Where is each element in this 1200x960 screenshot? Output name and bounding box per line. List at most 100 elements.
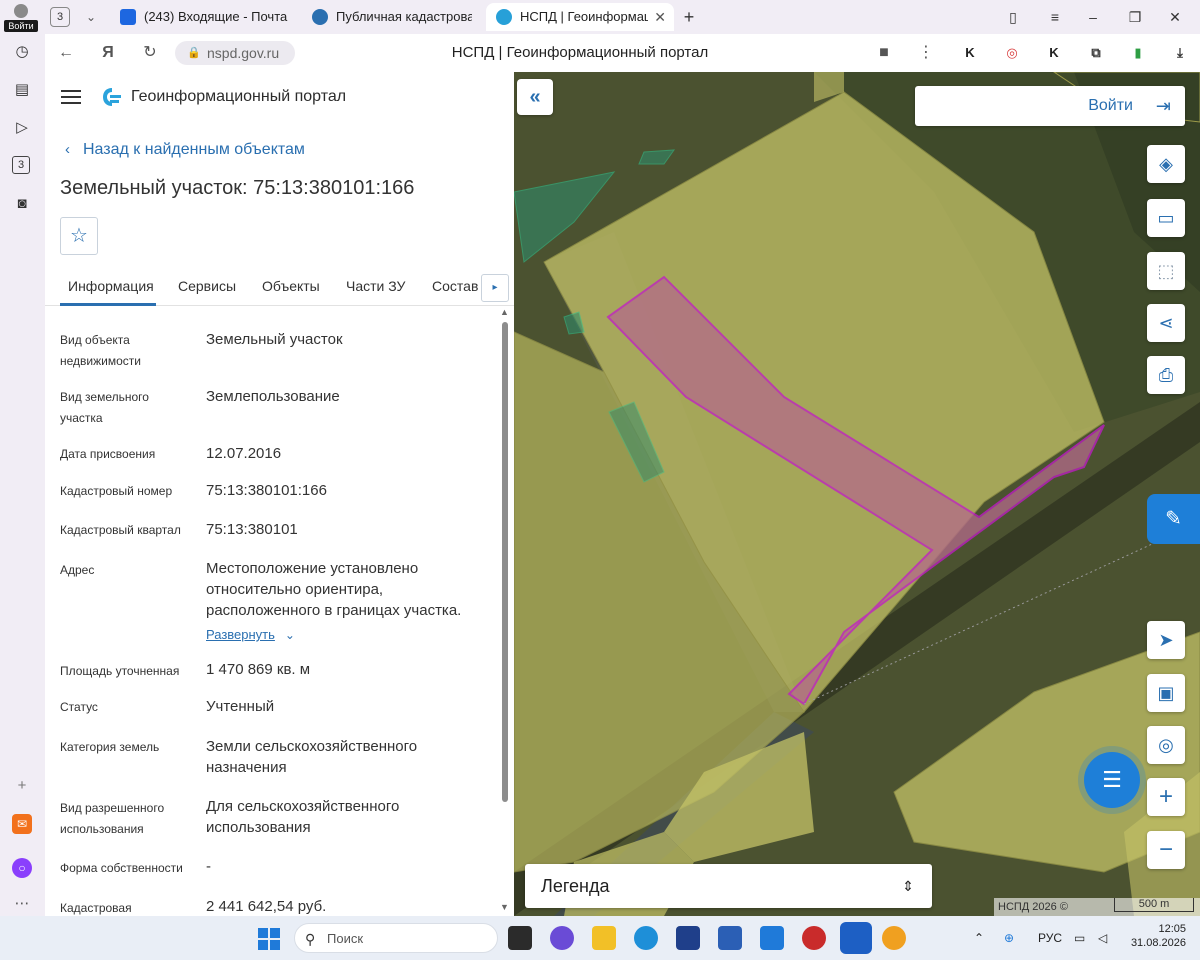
layers-icon: ◈	[1159, 154, 1173, 174]
new-tab-button[interactable]: +	[678, 6, 700, 28]
tab-information[interactable]: Информация	[68, 278, 154, 294]
language-indicator[interactable]: РУС	[1038, 928, 1062, 948]
minimize-icon[interactable]: –	[1082, 6, 1104, 28]
opera-icon[interactable]	[802, 926, 826, 950]
tab-count-button[interactable]: 3	[50, 7, 70, 27]
legend-panel[interactable]: Легенда ⇕	[525, 864, 932, 908]
tabs-scroll-right-button[interactable]: ▸	[481, 274, 509, 302]
back-icon[interactable]: ←	[55, 42, 77, 64]
volume-icon[interactable]: ◁	[1098, 928, 1107, 948]
scale-bar: 500 m	[1114, 898, 1194, 912]
selection-icon: ⬚	[1157, 261, 1175, 281]
extension-puzzle-icon[interactable]: ⧉	[1085, 42, 1107, 64]
tab-parts[interactable]: Части ЗУ	[346, 278, 405, 294]
tabs-dropdown-icon[interactable]: ⌄	[80, 6, 102, 28]
clock-date: 31.08.2026	[1130, 937, 1186, 949]
reload-icon[interactable]: ↻	[139, 42, 161, 64]
nspd-favicon-icon	[496, 9, 512, 25]
profile-button[interactable]: Войти	[4, 2, 38, 32]
print-icon: ⎙	[1158, 365, 1174, 385]
scroll-up-icon[interactable]: ▲	[500, 307, 509, 317]
field-value: 75:13:380101	[206, 521, 298, 538]
menu-icon[interactable]: ≡	[1044, 6, 1066, 28]
clock[interactable]: 12:05 31.08.2026	[1124, 922, 1186, 950]
field-value: Земли сельскохозяйственного назначения	[206, 738, 418, 776]
back-to-results-link[interactable]: ‹ Назад к найденным объектам	[65, 141, 305, 159]
tray-app-icon[interactable]: ⊕	[1004, 928, 1014, 948]
copilot-icon[interactable]	[550, 926, 574, 950]
ruler-button[interactable]: ▭	[1147, 199, 1185, 237]
layers-button[interactable]: ◈	[1147, 145, 1185, 183]
outlook-icon[interactable]	[760, 926, 784, 950]
downloads-icon[interactable]: ⤓	[1169, 42, 1191, 64]
panel-scrollbar[interactable]	[502, 322, 508, 802]
alice-icon[interactable]: ○	[12, 858, 32, 878]
minus-icon: −	[1158, 836, 1173, 863]
yandex-icon[interactable]: Я	[97, 42, 119, 64]
expand-collapse-icon: ⇕	[902, 878, 914, 894]
restore-icon[interactable]: ❐	[1124, 6, 1146, 28]
map-view[interactable]: « Войти ⇥ ◈ ▭ ⬚ ⋖ ⎙ ✎ ➤ ▣ ◎ + − ☰ Легенд…	[514, 72, 1200, 916]
extension-k2-icon[interactable]: K	[1043, 42, 1065, 64]
tab-cadastral-map[interactable]: Публичная кадастровая к	[302, 3, 482, 31]
back-link-label: Назад к найденным объектам	[83, 141, 305, 158]
url-field[interactable]: 🔒 nspd.gov.ru	[175, 41, 295, 65]
chat-button[interactable]: ☰	[1084, 752, 1140, 808]
scroll-down-icon[interactable]: ▼	[500, 902, 509, 912]
minimap-button[interactable]: ▣	[1147, 674, 1185, 712]
tab-nspd[interactable]: НСПД | Геоинформацио ✕	[486, 3, 674, 31]
collapse-panel-button[interactable]: «	[517, 79, 553, 115]
tabs-counter-icon[interactable]: 3	[12, 156, 30, 174]
display-icon[interactable]: ▭	[1074, 928, 1085, 948]
browser-tab-bar: Войти 3 ⌄ (243) Входящие - Почта M Публи…	[0, 0, 1200, 34]
login-button[interactable]: Войти ⇥	[915, 86, 1185, 126]
tray-expand-icon[interactable]: ⌃	[974, 928, 984, 948]
extension-doc-icon[interactable]: ▮	[1127, 42, 1149, 64]
tab-mail[interactable]: (243) Входящие - Почта M	[110, 3, 300, 31]
mail-app-icon[interactable]: ✉	[12, 814, 32, 834]
extension-k-icon[interactable]: K	[959, 42, 981, 64]
zoom-out-button[interactable]: −	[1147, 831, 1185, 869]
more-icon[interactable]: ⋮	[915, 42, 937, 64]
tab-composition[interactable]: Состав	[432, 278, 478, 294]
task-view-icon[interactable]	[508, 926, 532, 950]
print-button[interactable]: ⎙	[1147, 356, 1185, 394]
yandex-music-icon[interactable]	[882, 926, 906, 950]
start-button[interactable]	[258, 928, 280, 950]
feedback-button[interactable]: ✎	[1147, 494, 1200, 544]
menu-hamburger-icon[interactable]	[61, 90, 81, 104]
yandex-browser-icon[interactable]	[840, 922, 872, 954]
tab-objects[interactable]: Объекты	[262, 278, 320, 294]
field-label: Кадастровый номер	[60, 484, 173, 498]
select-area-button[interactable]: ⬚	[1147, 252, 1185, 290]
info-tabs: Информация Сервисы Объекты Части ЗУ Сост…	[45, 272, 514, 306]
taskbar-search[interactable]: ⚲ Поиск	[294, 923, 498, 953]
extension-target-icon[interactable]: ◎	[1001, 42, 1023, 64]
zoom-in-button[interactable]: +	[1147, 778, 1185, 816]
screenshot-icon[interactable]: ◙	[12, 194, 32, 214]
bookmark-icon[interactable]: ■	[873, 42, 895, 64]
field-value: 1 470 869 кв. м	[206, 661, 311, 678]
bookmark-panel-icon[interactable]: ▯	[1002, 6, 1024, 28]
login-icon: ⇥	[1155, 96, 1171, 116]
file-explorer-icon[interactable]	[592, 926, 616, 950]
locate-button[interactable]: ➤	[1147, 621, 1185, 659]
play-icon[interactable]: ▷	[12, 118, 32, 138]
edge-icon[interactable]	[634, 926, 658, 950]
collections-icon[interactable]: ▤	[12, 80, 32, 100]
profile-label: Войти	[4, 20, 38, 32]
tab-services[interactable]: Сервисы	[178, 278, 236, 294]
add-icon[interactable]: +	[12, 776, 32, 796]
geo-search-button[interactable]: ◎	[1147, 726, 1185, 764]
favorite-button[interactable]: ☆	[60, 217, 98, 255]
history-icon[interactable]: ◷	[12, 42, 32, 62]
field-label: Вид земельного участка	[60, 390, 149, 425]
store-icon[interactable]	[676, 926, 700, 950]
close-window-icon[interactable]: ✕	[1164, 6, 1186, 28]
sidebar-settings-icon[interactable]: ⋯	[12, 894, 32, 914]
word-icon[interactable]	[718, 926, 742, 950]
close-tab-icon[interactable]: ✕	[654, 3, 666, 31]
field-value: Учтенный	[206, 698, 275, 715]
expand-address-link[interactable]: Развернуть ⌄	[206, 627, 295, 642]
share-button[interactable]: ⋖	[1147, 304, 1185, 342]
